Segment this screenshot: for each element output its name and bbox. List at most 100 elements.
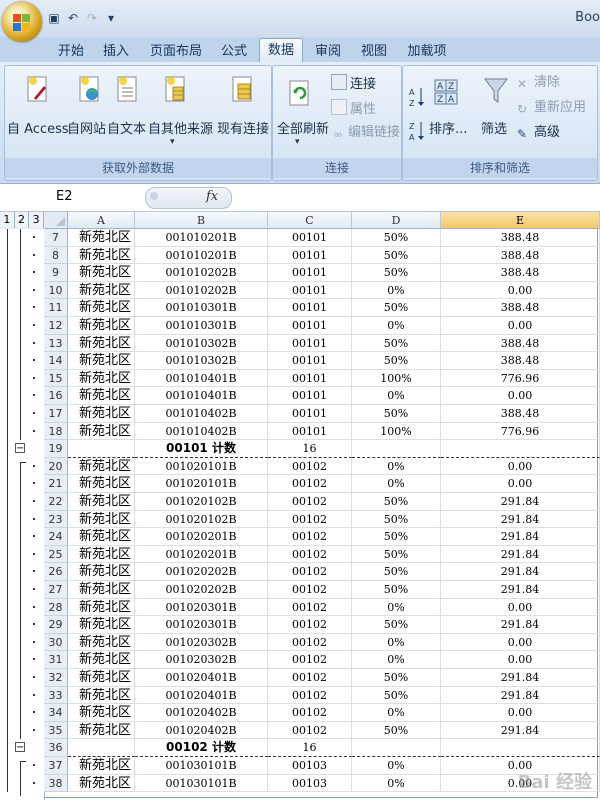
cell-b[interactable]: 001020202B xyxy=(135,581,268,599)
refresh-dropdown-icon[interactable]: ▾ xyxy=(295,137,300,147)
cell-c[interactable]: 00102 xyxy=(268,510,352,529)
cell-d[interactable]: 0% xyxy=(352,457,441,476)
tab-review[interactable]: 审阅 xyxy=(310,41,346,62)
from-web-button[interactable]: 自网站 xyxy=(67,118,106,137)
cell-d[interactable]: 50% xyxy=(352,299,441,317)
cell-a[interactable]: 新苑北区 xyxy=(68,264,135,282)
cell-b[interactable]: 001020201B xyxy=(135,528,268,546)
cell-a[interactable]: 新苑北区 xyxy=(68,563,135,581)
collapse-group-button[interactable]: − xyxy=(15,742,25,753)
cell-d[interactable]: 50% xyxy=(352,686,441,705)
edit-links-button[interactable]: ∞ 编辑链接 xyxy=(331,124,400,142)
cell-d[interactable] xyxy=(352,440,441,458)
row-header[interactable]: 35 xyxy=(44,721,68,740)
cell-c[interactable]: 00102 xyxy=(268,528,352,546)
cell-e[interactable]: 776.96 xyxy=(441,369,600,388)
outline-level-1-button[interactable]: 1 xyxy=(0,212,15,228)
cell-e[interactable]: 0.00 xyxy=(441,704,600,722)
cell-b[interactable]: 001010302B xyxy=(135,334,268,353)
cell-b[interactable]: 001010201B xyxy=(135,229,268,247)
row-header[interactable]: 11 xyxy=(44,299,68,317)
cell-d[interactable]: 50% xyxy=(352,563,441,581)
row-header[interactable]: 30 xyxy=(44,633,68,652)
cell-e[interactable]: 388.48 xyxy=(441,405,600,423)
cell-c[interactable]: 00102 xyxy=(268,598,352,617)
cell-a[interactable]: 新苑北区 xyxy=(68,704,135,722)
row-header[interactable]: 34 xyxy=(44,704,68,722)
cell-a[interactable]: 新苑北区 xyxy=(68,651,135,669)
cell-c[interactable]: 00101 xyxy=(268,405,352,423)
cell-d[interactable]: 100% xyxy=(352,369,441,388)
cell-d[interactable]: 0% xyxy=(352,281,441,300)
save-icon[interactable]: ▣ xyxy=(46,10,62,26)
row-header[interactable]: 37 xyxy=(44,757,68,775)
cell-c[interactable]: 00102 xyxy=(268,651,352,669)
cell-a[interactable]: 新苑北区 xyxy=(68,299,135,317)
row-header[interactable]: 28 xyxy=(44,598,68,617)
connections-button[interactable]: 连接 xyxy=(331,74,376,92)
redo-icon[interactable]: ↷ xyxy=(84,10,100,26)
name-box[interactable]: E2 xyxy=(6,188,136,206)
cell-e[interactable]: 291.84 xyxy=(441,493,600,511)
cell-e[interactable]: 0.00 xyxy=(441,598,600,617)
cell-e[interactable] xyxy=(441,440,600,458)
cell-e[interactable]: 776.96 xyxy=(441,422,600,441)
row-header[interactable]: 29 xyxy=(44,616,68,634)
cell-c[interactable]: 00101 xyxy=(268,422,352,441)
cell-a[interactable]: 新苑北区 xyxy=(68,633,135,652)
cell-c[interactable]: 00102 xyxy=(268,493,352,511)
cell-b[interactable]: 001010401B xyxy=(135,369,268,388)
cell-a[interactable] xyxy=(68,440,135,458)
office-button[interactable] xyxy=(2,2,42,42)
cell-a[interactable]: 新苑北区 xyxy=(68,405,135,423)
cell-e[interactable]: 291.84 xyxy=(441,528,600,546)
tab-formulas[interactable]: 公式 xyxy=(216,41,252,62)
cell-e[interactable]: 291.84 xyxy=(441,563,600,581)
cell-b[interactable]: 001030101B xyxy=(135,757,268,775)
cell-d[interactable]: 100% xyxy=(352,422,441,441)
column-header-b[interactable]: B xyxy=(135,212,268,229)
cell-b[interactable]: 001010401B xyxy=(135,387,268,405)
cell-d[interactable]: 0% xyxy=(352,633,441,652)
collapse-group-button[interactable]: − xyxy=(15,443,25,454)
column-header-e[interactable]: E xyxy=(441,212,600,229)
cell-c[interactable]: 16 xyxy=(268,440,352,458)
cell-d[interactable]: 0% xyxy=(352,651,441,669)
row-header[interactable]: 22 xyxy=(44,493,68,511)
cell-e[interactable]: 291.84 xyxy=(441,545,600,564)
cell-a[interactable]: 新苑北区 xyxy=(68,334,135,353)
cell-e[interactable]: 0.00 xyxy=(441,651,600,669)
cell-d[interactable]: 50% xyxy=(352,493,441,511)
cell-c[interactable]: 00103 xyxy=(268,774,352,793)
cell-e[interactable] xyxy=(441,739,600,757)
cell-b[interactable]: 001010202B xyxy=(135,264,268,282)
row-header[interactable]: 14 xyxy=(44,352,68,370)
cell-e[interactable]: 388.48 xyxy=(441,334,600,353)
cell-e[interactable]: 0.00 xyxy=(441,475,600,493)
cell-a[interactable]: 新苑北区 xyxy=(68,422,135,441)
cell-c[interactable]: 00101 xyxy=(268,229,352,247)
row-header[interactable]: 33 xyxy=(44,686,68,705)
cell-e[interactable]: 291.84 xyxy=(441,721,600,740)
cell-a[interactable]: 新苑北区 xyxy=(68,510,135,529)
from-other-sources-button[interactable]: 自其他来源 xyxy=(148,118,213,137)
cell-b[interactable]: 001010301B xyxy=(135,317,268,335)
row-header[interactable]: 8 xyxy=(44,246,68,265)
cell-c[interactable]: 00101 xyxy=(268,299,352,317)
cell-a[interactable]: 新苑北区 xyxy=(68,721,135,740)
row-header[interactable]: 17 xyxy=(44,405,68,423)
cell-b[interactable]: 001020302B xyxy=(135,633,268,652)
cell-e[interactable]: 291.84 xyxy=(441,581,600,599)
cell-e[interactable]: 291.84 xyxy=(441,510,600,529)
existing-connections-button[interactable]: 现有连接 xyxy=(217,118,269,137)
cell-b[interactable]: 001020402B xyxy=(135,704,268,722)
sort-descending-icon[interactable]: ZA xyxy=(409,120,425,142)
cell-a[interactable]: 新苑北区 xyxy=(68,475,135,493)
row-header[interactable]: 24 xyxy=(44,528,68,546)
cell-a[interactable]: 新苑北区 xyxy=(68,387,135,405)
cell-a[interactable] xyxy=(68,739,135,757)
cell-b[interactable]: 001020402B xyxy=(135,721,268,740)
cell-d[interactable]: 50% xyxy=(352,405,441,423)
cell-a[interactable]: 新苑北区 xyxy=(68,686,135,705)
cell-b[interactable]: 001020102B xyxy=(135,493,268,511)
